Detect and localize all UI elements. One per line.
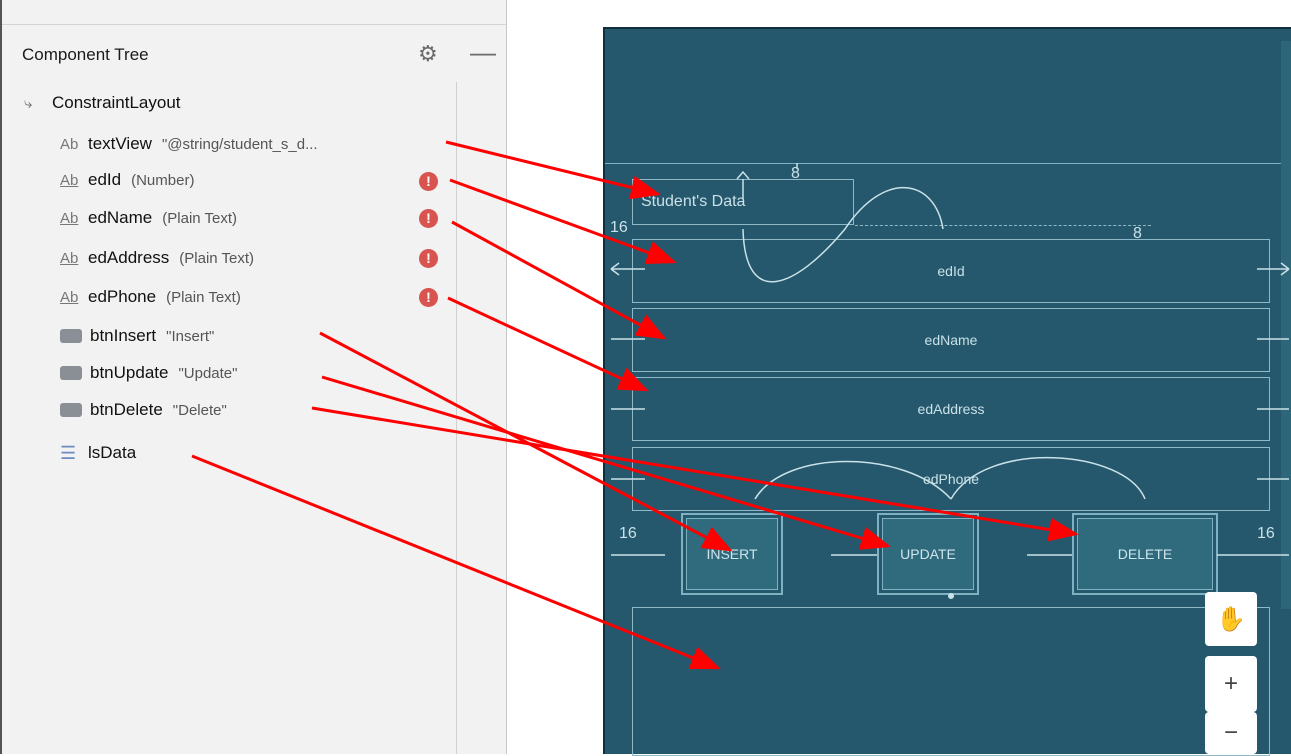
tree-item-btnupdate[interactable]: btnUpdate "Update"	[60, 360, 237, 386]
tree-item-label: textView	[88, 134, 152, 153]
tree-item-label: btnInsert	[90, 326, 157, 345]
tree-item-label: lsData	[88, 443, 137, 462]
tree-item-edname[interactable]: Ab edName (Plain Text)	[60, 205, 237, 231]
edittext-icon: Ab	[60, 249, 79, 267]
tree-item-value: "Delete"	[172, 401, 227, 419]
button-icon	[60, 403, 82, 417]
tree-item-btninsert[interactable]: btnInsert "Insert"	[60, 323, 214, 349]
constraint-connectors	[610, 163, 1290, 599]
tree-item-constraintlayout[interactable]: ⤷ ConstraintLayout	[24, 90, 181, 116]
warning-icon[interactable]: !	[419, 209, 438, 228]
gear-icon[interactable]: ⚙	[418, 41, 438, 67]
top-strip	[2, 0, 508, 25]
tree-item-label: btnDelete	[90, 400, 163, 419]
tree-item-label: ConstraintLayout	[52, 93, 181, 112]
button-icon	[60, 329, 82, 343]
tree-item-label: edId	[88, 170, 122, 189]
tree-item-value: (Plain Text)	[166, 288, 241, 306]
tree-item-edphone[interactable]: Ab edPhone (Plain Text)	[60, 284, 241, 310]
button-icon	[60, 366, 82, 380]
edittext-icon: Ab	[60, 209, 79, 227]
tree-item-textview[interactable]: Ab textView "@string/student_s_d...	[60, 131, 318, 157]
textview-icon: Ab	[60, 135, 79, 153]
tree-item-label: edPhone	[88, 287, 157, 306]
edittext-icon: Ab	[60, 171, 79, 189]
warning-icon[interactable]: !	[419, 172, 438, 191]
list-icon: ☰	[60, 442, 77, 463]
zoom-out-button[interactable]: −	[1205, 712, 1257, 754]
tree-item-edaddress[interactable]: Ab edAddress (Plain Text)	[60, 245, 254, 271]
zoom-controls: ✋ + −	[1205, 592, 1257, 754]
tree-item-lsdata[interactable]: ☰ lsData	[60, 440, 136, 466]
tree-item-value: "Update"	[178, 364, 238, 382]
component-tree-header: Component Tree ⚙ —	[4, 25, 508, 89]
column-divider	[456, 82, 457, 754]
tree-item-label: edAddress	[88, 248, 170, 267]
tree-item-label: btnUpdate	[90, 363, 169, 382]
edittext-icon: Ab	[60, 288, 79, 306]
tree-item-value: (Plain Text)	[179, 249, 255, 267]
minimize-icon[interactable]: —	[470, 37, 496, 68]
tree-item-value: (Plain Text)	[162, 209, 238, 227]
component-tree-panel: Component Tree ⚙ — ⤷ ConstraintLayout Ab…	[0, 0, 508, 754]
layout-canvas[interactable]: Student's Data 8 16 8 edId edName edAddr…	[603, 27, 1291, 756]
tree-item-value: "Insert"	[166, 327, 215, 345]
tree-item-value: "@string/student_s_d...	[161, 135, 318, 153]
tree-item-value: (Number)	[131, 171, 195, 189]
tree-item-btndelete[interactable]: btnDelete "Delete"	[60, 397, 227, 423]
panel-title: Component Tree	[22, 45, 149, 64]
zoom-in-button[interactable]: +	[1205, 656, 1257, 712]
constraint-layout-icon: ⤷	[24, 94, 33, 112]
tree-item-edid[interactable]: Ab edId (Number)	[60, 167, 194, 193]
warning-icon[interactable]: !	[419, 288, 438, 307]
pan-hand-icon[interactable]: ✋	[1205, 592, 1257, 646]
warning-icon[interactable]: !	[419, 249, 438, 268]
tree-item-label: edName	[88, 208, 153, 227]
